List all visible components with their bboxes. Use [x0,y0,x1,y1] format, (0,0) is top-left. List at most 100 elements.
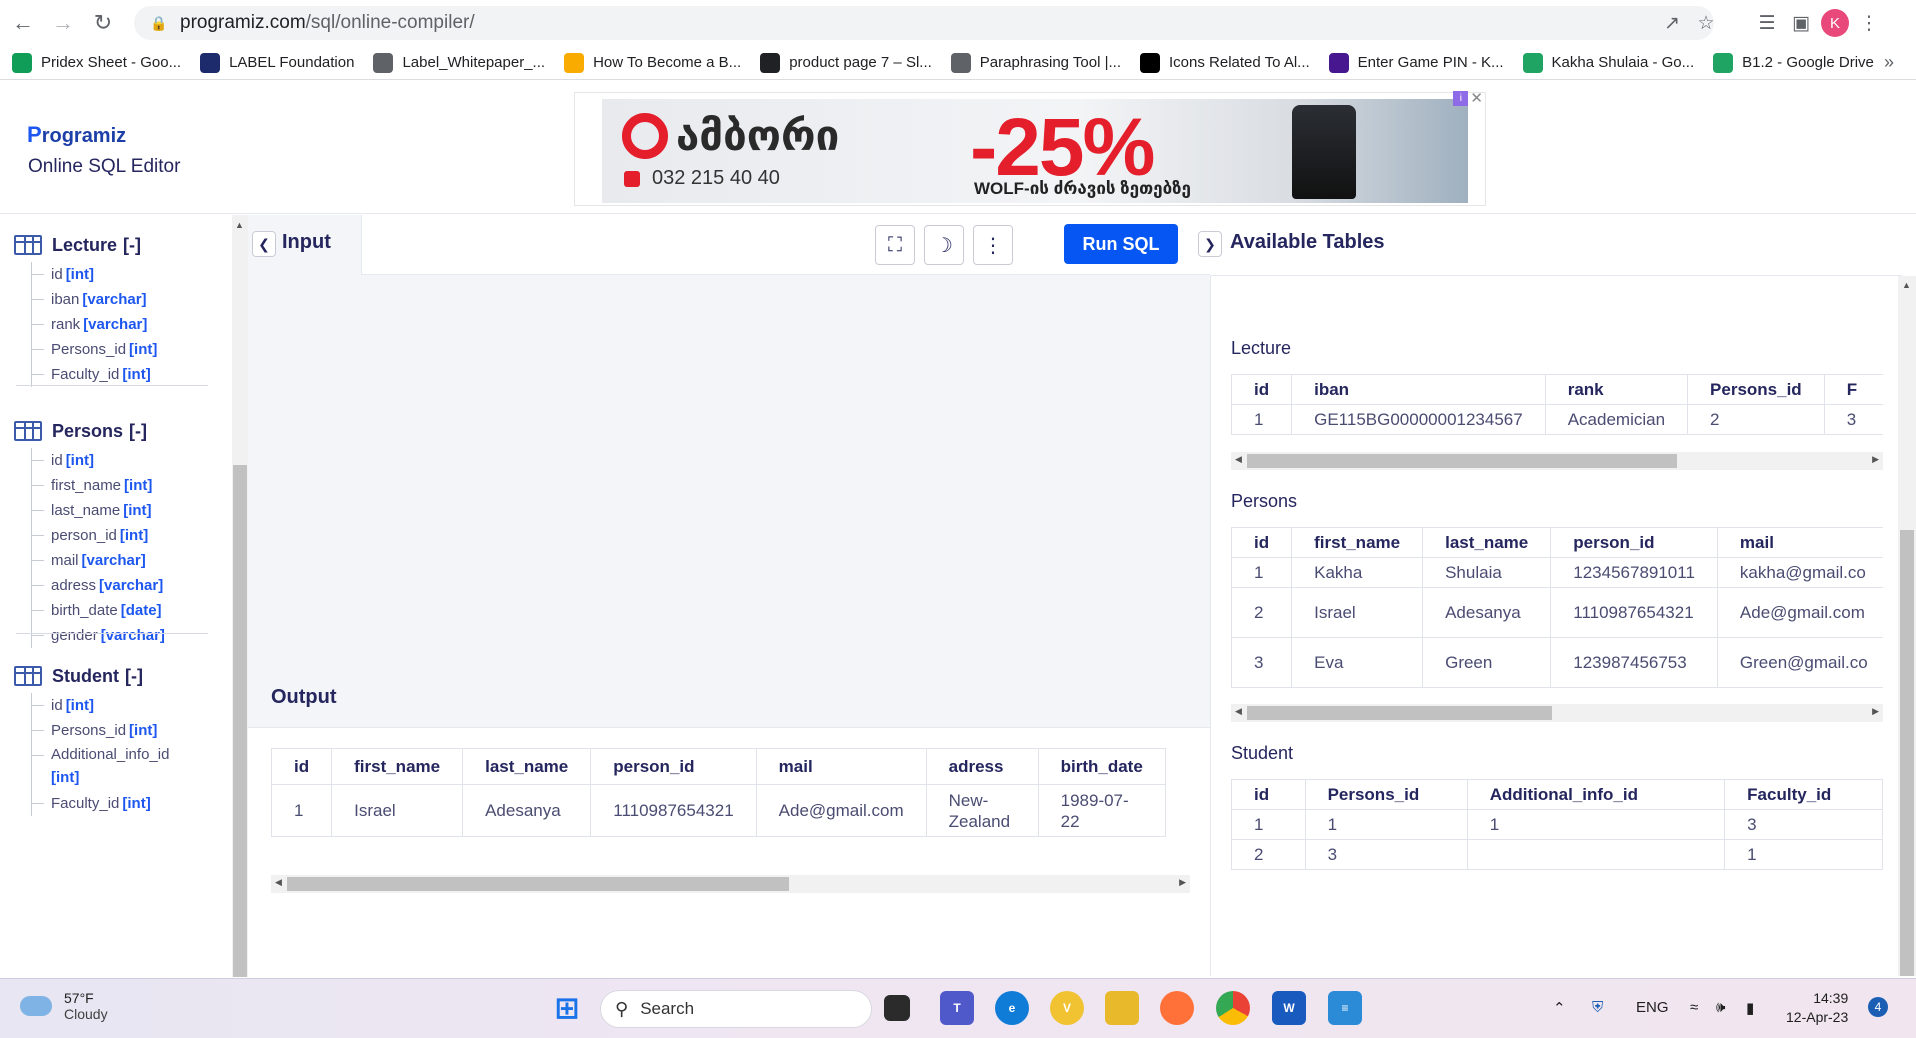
forward-icon[interactable]: → [46,6,80,40]
bookmark-item[interactable]: Enter Game PIN - K... [1328,52,1504,73]
reload-icon[interactable]: ↻ [86,6,120,40]
battery-icon[interactable]: ▮ [1746,999,1754,1017]
bookmark-label: Label_Whitepaper_... [402,54,546,71]
column-type: [int] [129,722,158,739]
collapse-sidebar-button[interactable]: ❮ [252,231,276,257]
bookmark-item[interactable]: Icons Related To Al... [1140,52,1310,73]
bookmark-item[interactable]: How To Become a B... [564,52,741,73]
menu-icon[interactable]: ⋮ [1852,6,1886,40]
schema-column: Faculty_id [int] [32,791,169,816]
table-hscrollbar[interactable]: ◀ ▶ [1231,452,1883,470]
page-header: Programiz Online SQL Editor ამბორი 032 2… [0,80,1916,214]
table-header-cell: Faculty_id [1724,779,1883,810]
column-type: [int] [122,795,151,812]
output-panel: Output id first_name last_name person_id mai… [248,670,1210,977]
tables-vscrollbar[interactable]: ▲ [1898,276,1916,976]
share-icon[interactable]: ↗ [1655,6,1689,40]
bookmark-item[interactable]: LABEL Foundation [200,52,354,73]
wifi-icon[interactable]: ≈ [1690,999,1698,1016]
browser-app-icon[interactable]: V [1050,991,1084,1025]
collapse-toggle[interactable]: [-] [123,235,141,256]
table-cell: 1 [1304,809,1468,840]
table-row: 1 Israel Adesanya 1110987654321 Ade@gmail.co… [271,784,1166,837]
notepad-icon[interactable]: ≡ [1328,991,1362,1025]
word-icon[interactable]: W [1272,991,1306,1025]
windows-start-icon[interactable]: ⊞ [550,991,584,1025]
chrome-icon[interactable] [1216,991,1250,1025]
teams-icon[interactable]: T [940,991,974,1025]
ad-brand: ამბორი [622,111,839,160]
ad-close-icon[interactable]: ✕ [1470,89,1483,107]
table-cell: Adesanya [462,784,592,837]
schema-table-header[interactable]: Persons [-] [14,418,165,444]
column-name: gender [51,627,98,644]
profile-avatar[interactable]: K [1818,6,1852,40]
collapse-toggle[interactable]: [-] [129,421,147,442]
table-cell: 1 [1466,809,1726,840]
weather-widget[interactable]: 57°F Cloudy [20,990,108,1022]
bookmarks-overflow-icon[interactable]: » [1884,52,1894,73]
bookmark-item[interactable]: Kakha Shulaia - Go... [1522,52,1694,73]
bookmark-item[interactable]: product page 7 – Sl... [760,52,932,73]
sidebar-scrollbar[interactable]: ▲ [232,215,248,977]
search-icon: ⚲ [615,998,629,1019]
taskbar-clock[interactable]: 14:39 12-Apr-23 [1786,989,1848,1027]
media-icon[interactable]: ☰ [1750,6,1784,40]
volume-icon[interactable]: 🕪 [1716,999,1725,1016]
taskbar-search[interactable]: ⚲ Search [600,990,872,1028]
bookmark-item[interactable]: Pridex Sheet - Goo... [12,52,181,73]
table-icon [14,666,42,686]
task-view-icon[interactable] [884,995,910,1021]
address-bar[interactable]: 🔒 programiz.com/sql/online-compiler/ [134,6,1714,40]
output-hscrollbar[interactable]: ◀ ▶ [271,875,1190,893]
available-table-title: Persons [1231,491,1298,511]
programiz-logo[interactable]: Programiz [27,122,126,148]
cloud-icon [20,996,52,1016]
language-indicator[interactable]: ENG [1636,999,1669,1016]
oil-bottle-image [1292,105,1356,199]
theme-toggle-button[interactable]: ☽ [924,225,964,265]
table-cell: 2 [1231,587,1293,638]
table-header-cell: adress [925,748,1039,785]
drive-icon [1522,52,1543,73]
firefox-icon[interactable] [1160,991,1194,1025]
schema-table-header[interactable]: Lecture [-] [14,232,157,258]
advertisement-banner[interactable]: ამბორი 032 215 40 40 -25% WOLF-ის ძრავის… [574,89,1486,206]
table-icon [14,421,42,441]
fullscreen-button[interactable]: ⛶ [875,225,915,265]
more-options-button[interactable]: ⋮ [973,225,1013,265]
column-type: [varchar] [100,627,165,644]
side-panel-icon[interactable]: ▣ [1784,6,1818,40]
table-hscrollbar[interactable]: ◀ ▶ [1231,704,1883,722]
column-type: [int] [123,502,152,519]
notification-badge[interactable]: 4 [1868,997,1888,1017]
edge-icon[interactable]: e [995,991,1029,1025]
schema-table-name: Student [52,665,119,686]
ad-info-icon[interactable]: i [1453,90,1469,106]
tab-input[interactable]: ❮ Input [248,215,362,275]
run-sql-button[interactable]: Run SQL [1064,224,1178,264]
output-table: id first_name last_name person_id mail adress… [271,748,1166,837]
schema-table-name: Lecture [52,234,118,255]
column-type: [int] [124,477,153,494]
column-type: [int] [129,341,158,358]
file-explorer-icon[interactable] [1105,991,1139,1025]
schema-table-header[interactable]: Student [-] [14,663,169,689]
pen-icon [950,52,971,73]
schema-column: rank [varchar] [32,312,157,337]
table-cell: 3 [1823,404,1883,435]
show-hidden-icons[interactable]: ⌃ [1553,999,1566,1017]
dots-icon [1140,52,1161,73]
collapse-tables-button[interactable]: ❯ [1198,231,1222,257]
security-icon[interactable]: ⛨ [1592,999,1603,1016]
table-cell: 1 [1231,404,1293,435]
bookmark-star-icon[interactable]: ☆ [1689,6,1723,40]
schema-column: id [int] [32,448,165,473]
bookmark-item[interactable]: B1.2 - Google Drive [1713,52,1874,73]
back-icon[interactable]: ← [6,6,40,40]
bookmark-item[interactable]: Paraphrasing Tool |... [950,52,1121,73]
collapse-toggle[interactable]: [-] [125,666,143,687]
bookmark-item[interactable]: Label_Whitepaper_... [373,52,546,73]
sql-editor[interactable] [248,275,1210,670]
table-cell: Kakha [1291,557,1424,588]
